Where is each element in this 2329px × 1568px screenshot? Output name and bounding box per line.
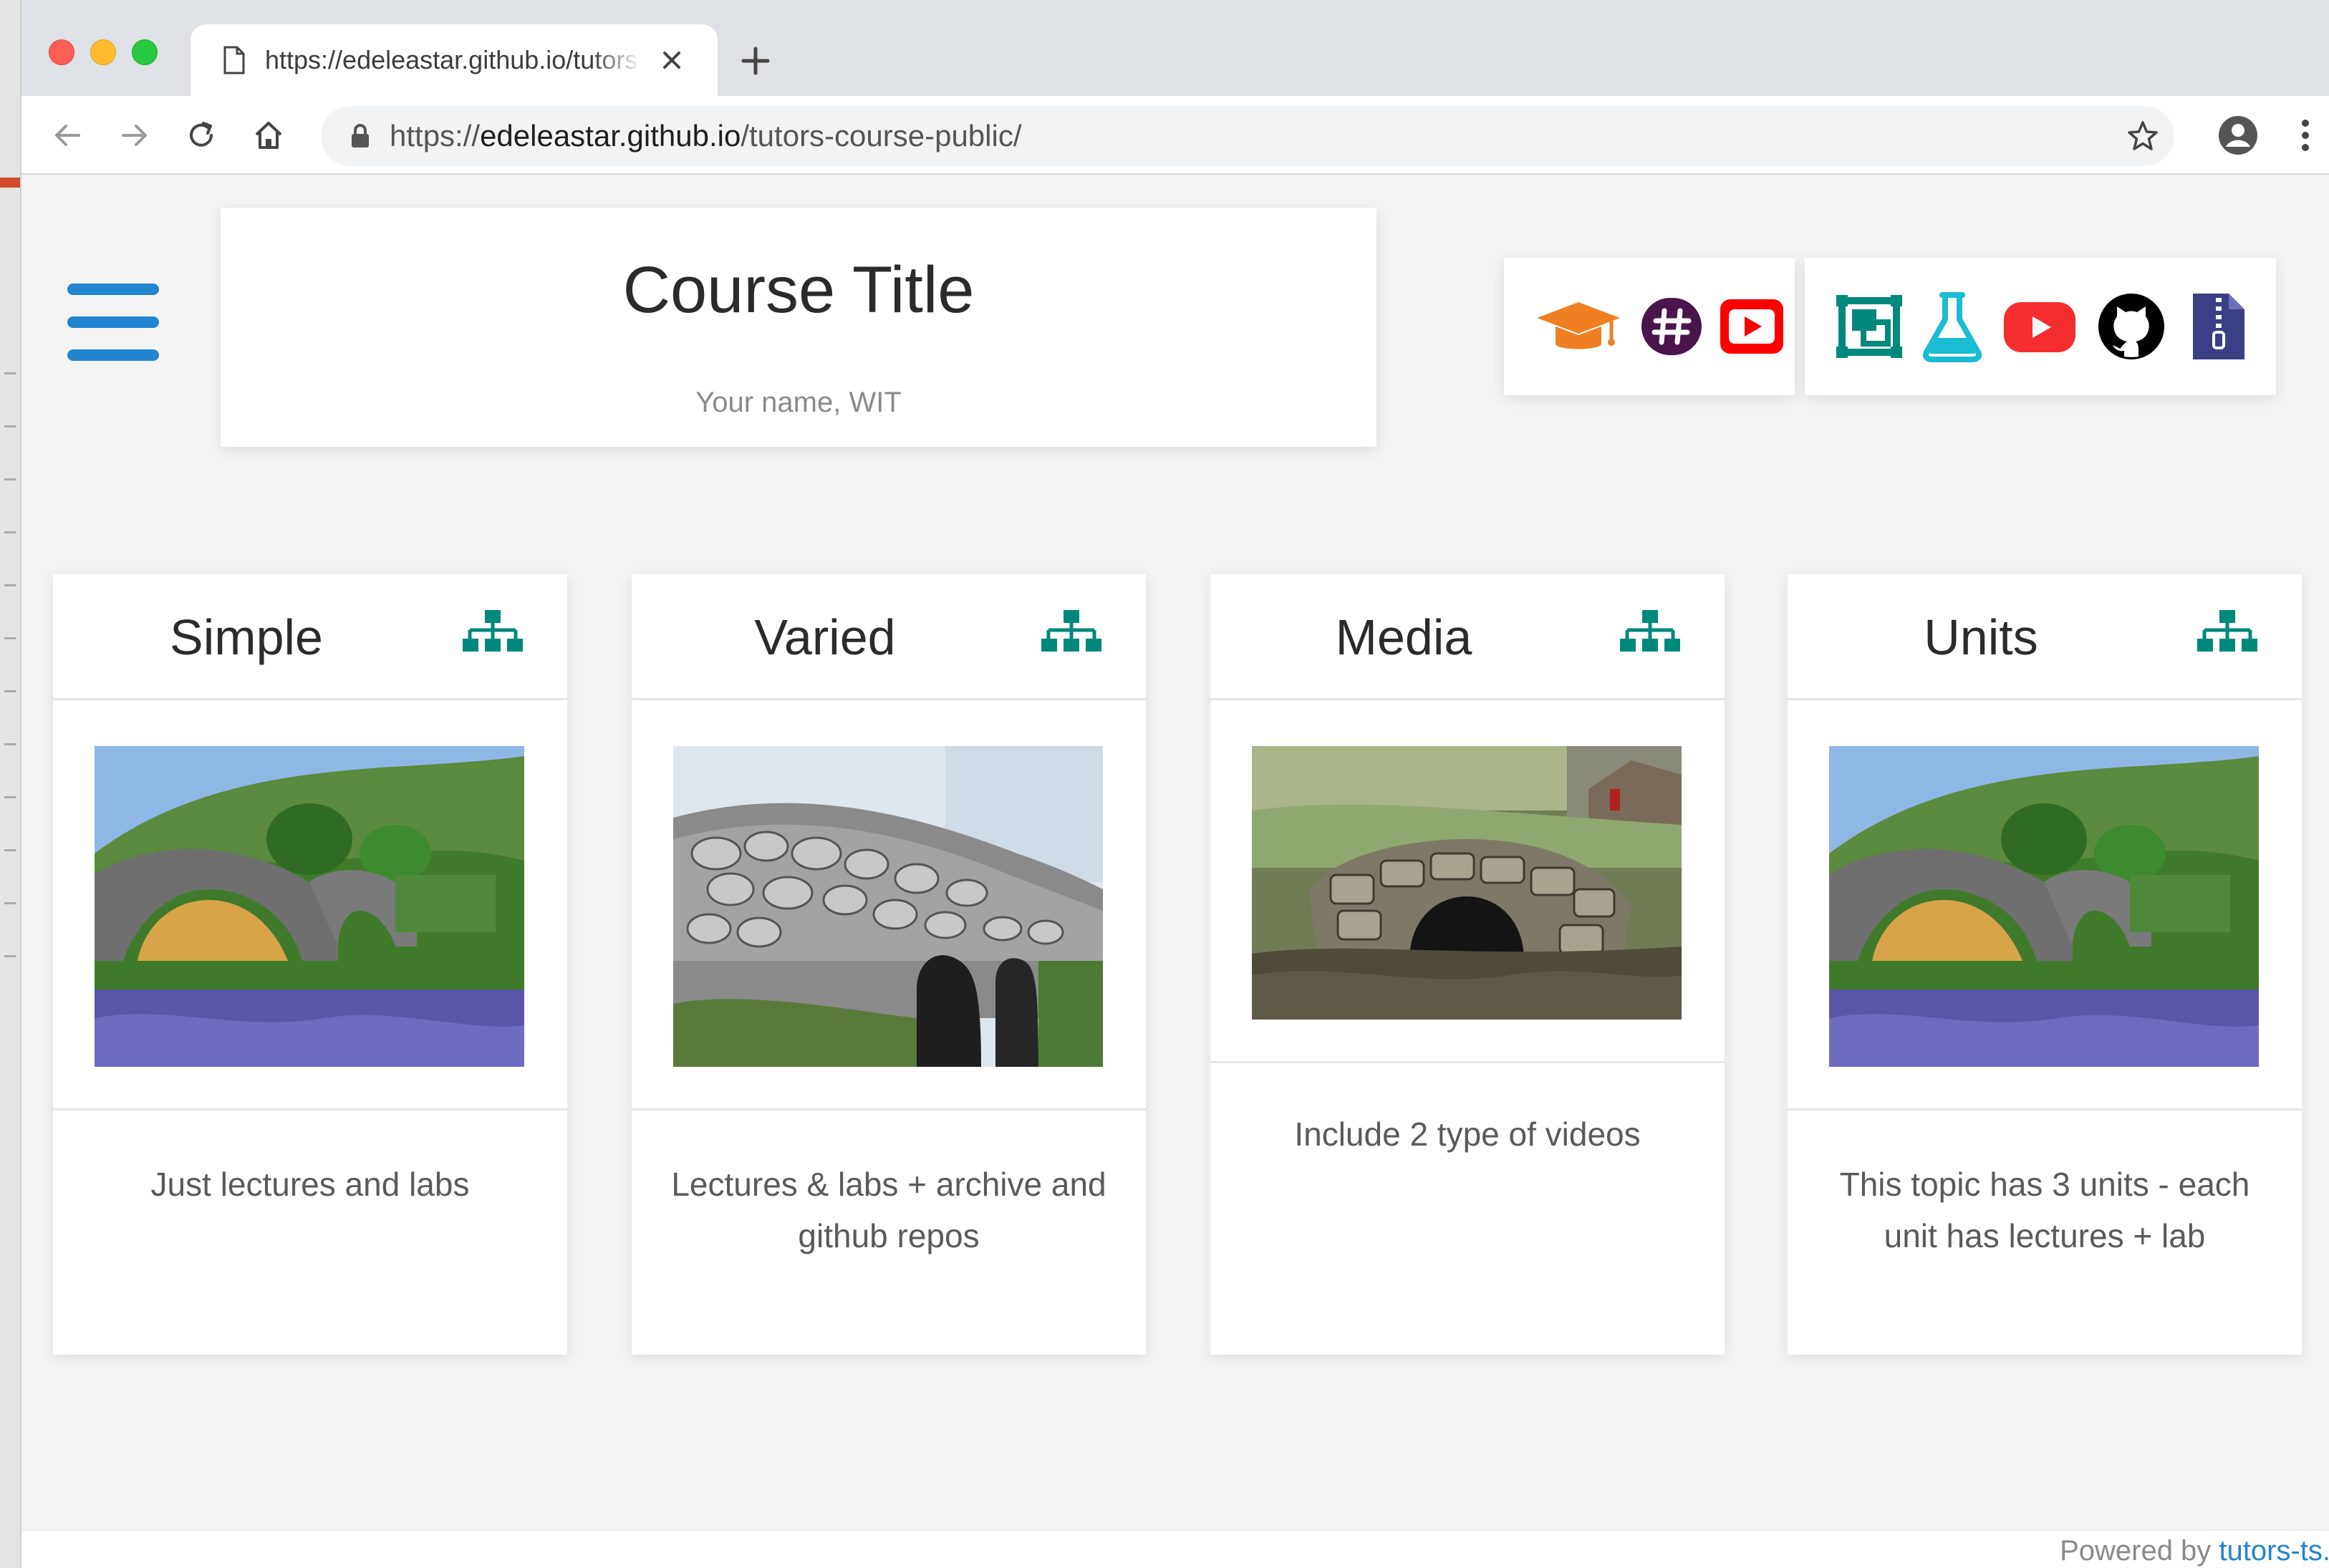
graduation-cap-icon[interactable] bbox=[1534, 291, 1623, 362]
url-host: edeleastar.github.io bbox=[480, 119, 741, 153]
desktop-tick bbox=[4, 955, 16, 957]
reload-icon[interactable] bbox=[183, 117, 219, 153]
sitemap-icon bbox=[2197, 610, 2257, 652]
card-description: Include 2 type of videos bbox=[1294, 1115, 1641, 1153]
topic-card-units[interactable]: Units This topic has 3 units - each unit… bbox=[1788, 574, 2302, 1355]
tab-strip: https://edeleastar.github.io/tutors-cour… bbox=[21, 0, 2329, 96]
sitemap-icon bbox=[1620, 610, 1680, 652]
course-subtitle: Your name, WIT bbox=[695, 387, 902, 418]
browser-tab[interactable]: https://edeleastar.github.io/tutors-cour… bbox=[191, 24, 718, 96]
card-divider bbox=[1788, 1108, 2302, 1110]
desktop-tick bbox=[4, 637, 16, 639]
desktop-tick bbox=[4, 372, 16, 374]
forward-arrow-icon[interactable] bbox=[116, 117, 152, 153]
zoom-window-button[interactable] bbox=[132, 39, 158, 65]
card-description: Lectures & labs + archive and github rep… bbox=[671, 1166, 1106, 1254]
page-content: Course Title Your name, WIT Simple Just … bbox=[21, 176, 2329, 1568]
card-header: Varied bbox=[632, 574, 1146, 700]
card-header: Media bbox=[1210, 574, 1725, 700]
bookmark-star-icon[interactable] bbox=[2126, 119, 2160, 153]
desktop-tick bbox=[4, 849, 16, 851]
url-prefix: https:// bbox=[390, 119, 481, 153]
card-title: Media bbox=[1335, 609, 1472, 665]
youtube-icon[interactable] bbox=[1716, 291, 1788, 362]
desktop-tick bbox=[4, 584, 16, 586]
powered-by-text: Powered by tutors-ts. bbox=[2060, 1534, 2329, 1568]
lock-icon[interactable] bbox=[349, 123, 371, 149]
desktop-tick bbox=[4, 478, 16, 480]
lab-flask-icon[interactable] bbox=[1916, 291, 1988, 362]
desktop-background bbox=[0, 0, 20, 1568]
desktop-window-edge bbox=[0, 178, 20, 188]
tab-title: https://edeleastar.github.io/tutors-cour… bbox=[265, 45, 637, 74]
desktop-tick bbox=[4, 531, 16, 533]
topic-card-varied[interactable]: Varied Lectures & labs + archive and git… bbox=[632, 574, 1146, 1355]
menu-hamburger-icon[interactable] bbox=[67, 284, 159, 364]
card-description: Just lectures and labs bbox=[150, 1166, 470, 1203]
topic-image-stone-bridge bbox=[673, 746, 1103, 1067]
topic-links-group bbox=[1805, 258, 2276, 395]
card-title: Varied bbox=[754, 609, 896, 665]
github-icon[interactable] bbox=[2096, 291, 2167, 362]
card-divider bbox=[53, 1108, 567, 1110]
desktop-tick bbox=[4, 690, 16, 692]
card-divider bbox=[1210, 1061, 1725, 1063]
topic-card-media[interactable]: Media Include 2 type of videos bbox=[1210, 574, 1725, 1355]
archive-file-icon[interactable] bbox=[2189, 291, 2249, 362]
course-title-card: Course Title Your name, WIT bbox=[221, 208, 1376, 447]
tab-title-fade bbox=[592, 39, 642, 82]
new-tab-icon[interactable] bbox=[739, 44, 772, 77]
sitemap-icon bbox=[463, 610, 523, 652]
url-text[interactable]: https://edeleastar.github.io/tutors-cour… bbox=[390, 119, 1022, 153]
desktop-tick bbox=[4, 425, 16, 427]
back-arrow-icon[interactable] bbox=[50, 117, 86, 153]
desktop-tick bbox=[4, 796, 16, 798]
profile-avatar-icon[interactable] bbox=[2217, 115, 2259, 156]
card-divider bbox=[632, 1108, 1146, 1110]
topic-image-mossy-bridge bbox=[1252, 746, 1682, 1020]
topic-image-arched-bridge bbox=[1829, 746, 2259, 1067]
document-icon bbox=[223, 46, 245, 74]
tutors-link[interactable]: tutors-ts. bbox=[2219, 1535, 2329, 1567]
powered-prefix: Powered by bbox=[2060, 1535, 2219, 1567]
card-header: Units bbox=[1788, 574, 2302, 700]
course-title: Course Title bbox=[622, 253, 975, 326]
slack-icon[interactable] bbox=[1636, 291, 1707, 362]
close-window-button[interactable] bbox=[49, 39, 74, 65]
desktop-tick bbox=[4, 902, 16, 904]
browser-toolbar: https://edeleastar.github.io/tutors-cour… bbox=[21, 96, 2329, 175]
card-description: This topic has 3 units - each unit has l… bbox=[1839, 1166, 2250, 1254]
browser-menu-icon[interactable] bbox=[2286, 116, 2325, 155]
card-title: Units bbox=[1924, 609, 2038, 665]
browser-window: https://edeleastar.github.io/tutors-cour… bbox=[20, 0, 2329, 1568]
address-bar[interactable]: https://edeleastar.github.io/tutors-cour… bbox=[321, 106, 2174, 166]
page-footer: Powered by tutors-ts. bbox=[21, 1529, 2329, 1568]
url-path: /tutors-course-public/ bbox=[741, 119, 1022, 153]
card-header: Simple bbox=[53, 574, 567, 700]
home-icon[interactable] bbox=[251, 117, 286, 153]
topic-card-simple[interactable]: Simple Just lectures and labs bbox=[53, 574, 567, 1355]
youtube-icon[interactable] bbox=[2002, 291, 2077, 362]
course-links-group bbox=[1504, 258, 1795, 395]
close-tab-icon[interactable] bbox=[657, 46, 686, 74]
minimize-window-button[interactable] bbox=[90, 39, 116, 65]
sitemap-icon bbox=[1041, 610, 1101, 652]
desktop-tick bbox=[4, 743, 16, 745]
card-title: Simple bbox=[170, 609, 323, 665]
tutors-frame-icon[interactable] bbox=[1833, 291, 1905, 362]
topic-image-arched-bridge bbox=[95, 746, 524, 1067]
